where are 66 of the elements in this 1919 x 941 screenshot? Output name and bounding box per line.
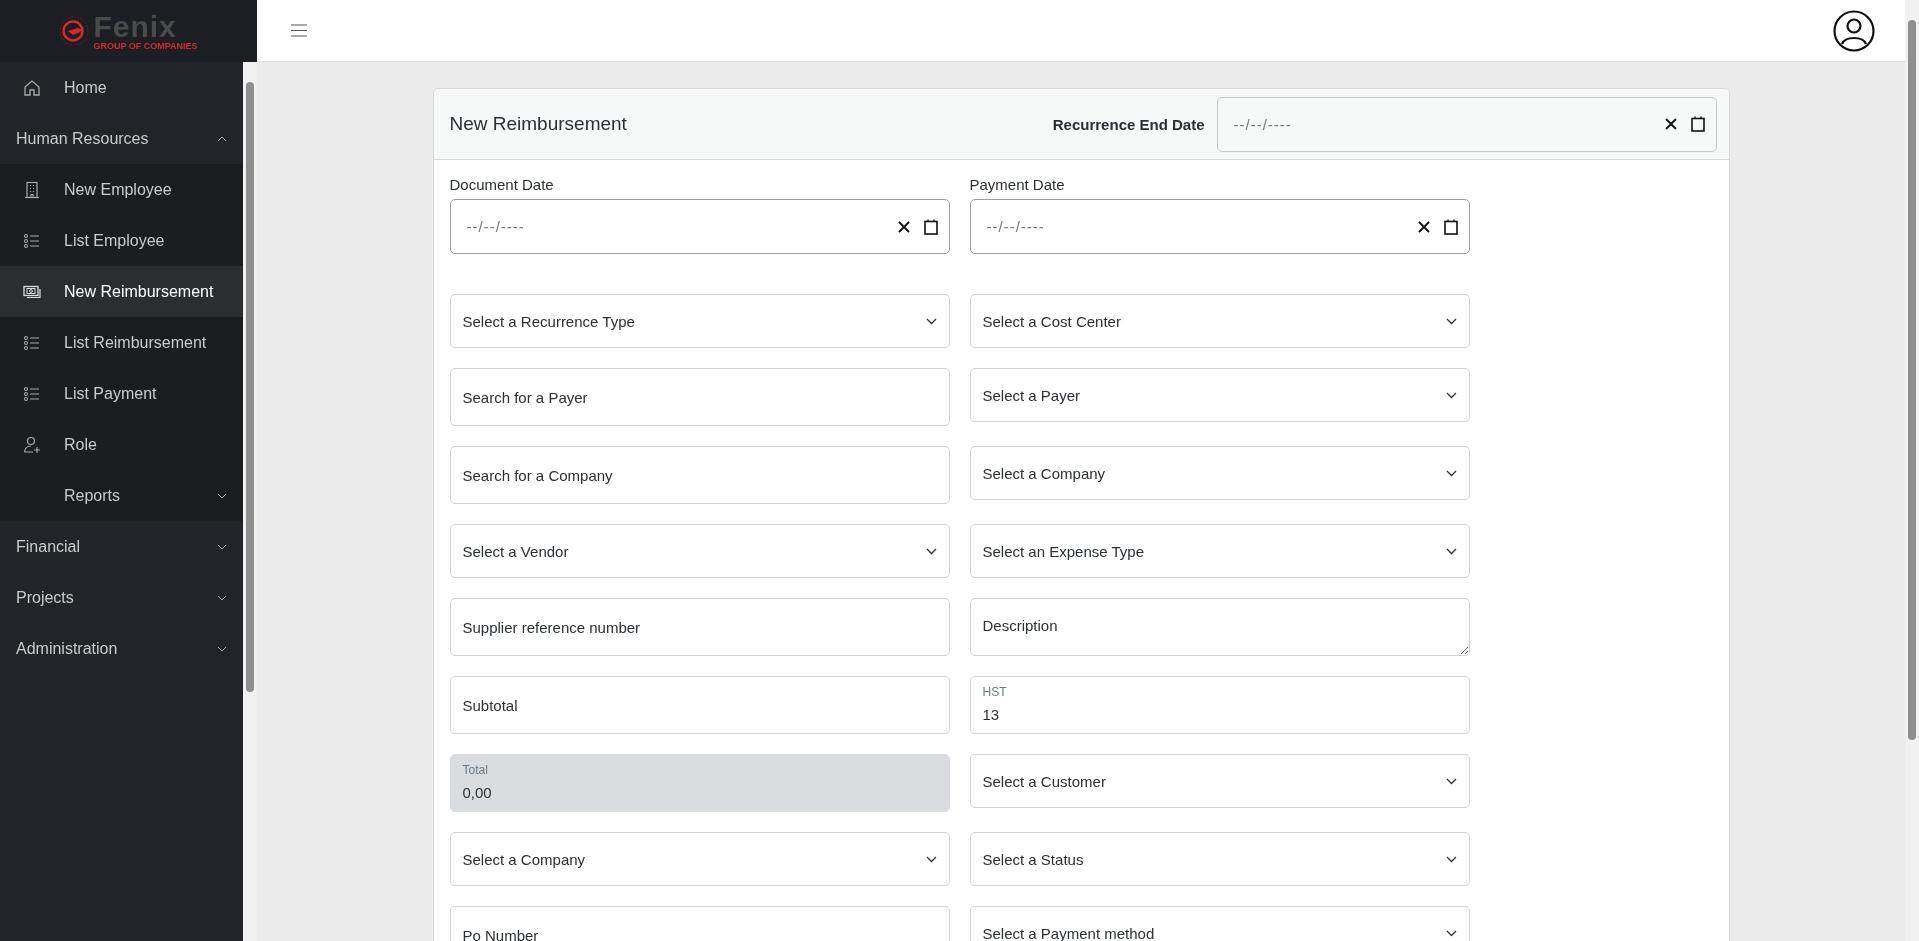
sidebar-item[interactable]: Home <box>0 62 243 113</box>
input-field[interactable]: Search for a Payer <box>449 368 950 426</box>
text-area[interactable]: Description <box>969 598 1470 656</box>
chevron-icon <box>217 135 227 142</box>
dropdown-field[interactable]: Select a Payment method <box>969 906 1470 941</box>
date-field[interactable]: --/--/---- <box>1216 96 1717 152</box>
logo-emblem-icon <box>59 16 90 46</box>
chevron-down-icon <box>925 855 937 863</box>
building-icon <box>22 179 42 200</box>
close-icon[interactable] <box>897 220 910 233</box>
sidebar-group[interactable]: Reports <box>0 470 243 521</box>
close-icon[interactable] <box>1417 220 1430 233</box>
sidebar-item[interactable]: New Employee <box>0 164 243 215</box>
sidebar-group[interactable]: Projects <box>0 572 243 623</box>
chevron-icon <box>217 594 227 601</box>
chevron-down-icon <box>1445 469 1457 477</box>
chevron-down-icon <box>1445 929 1457 937</box>
input-field[interactable]: Subtotal <box>449 676 950 734</box>
chevron-down-icon <box>1445 855 1457 863</box>
calendar-icon[interactable] <box>1690 116 1705 132</box>
chevron-down-icon <box>1445 317 1457 325</box>
field-label: Recurrence End Date <box>1052 115 1205 133</box>
scrollbar[interactable] <box>1905 0 1919 941</box>
dropdown-field[interactable]: Select a Customer <box>969 754 1470 808</box>
floating-label: Total <box>462 763 488 777</box>
scrollbar[interactable] <box>243 62 257 941</box>
sidebar-item[interactable]: List Payment <box>0 368 243 419</box>
calendar-icon[interactable] <box>923 218 938 235</box>
sidebar-group[interactable]: Financial <box>0 521 243 572</box>
dropdown-field[interactable]: Select a Cost Center <box>969 294 1470 348</box>
chevron-down-icon <box>925 547 937 555</box>
date-field[interactable]: --/--/---- <box>449 199 950 254</box>
chevron-down-icon <box>1445 777 1457 785</box>
user-avatar-icon[interactable] <box>1833 9 1875 52</box>
chevron-icon <box>217 492 227 499</box>
form-title: New Reimbursement <box>449 113 627 135</box>
sidebar-item[interactable]: New Reimbursement <box>0 266 243 317</box>
chevron-down-icon <box>1445 547 1457 555</box>
sidebar-group[interactable]: Human Resources <box>0 113 243 164</box>
chevron-down-icon <box>925 317 937 325</box>
sidebar-group[interactable]: Administration <box>0 623 243 674</box>
dropdown-field[interactable]: Select a Payer <box>969 368 1470 422</box>
input-field[interactable]: Search for a Company <box>449 446 950 504</box>
dropdown-field[interactable]: Select a Vendor <box>449 524 950 578</box>
field-label: Payment Date <box>969 176 1066 193</box>
dropdown-field[interactable]: Select a Company <box>449 832 950 886</box>
sidebar-item[interactable]: List Employee <box>0 215 243 266</box>
date-field[interactable]: --/--/---- <box>969 199 1470 254</box>
chevron-down-icon <box>1445 391 1457 399</box>
close-icon[interactable] <box>1664 118 1677 130</box>
user-add-icon <box>22 434 42 455</box>
chevron-icon <box>217 645 227 652</box>
field-label: Document Date <box>449 176 555 193</box>
dropdown-field[interactable]: Select a Status <box>969 832 1470 886</box>
menu-icon[interactable] <box>291 24 307 37</box>
input-field[interactable]: Supplier reference number <box>449 598 950 656</box>
chevron-icon <box>217 543 227 550</box>
dropdown-field[interactable]: Select an Expense Type <box>969 524 1470 578</box>
input-field[interactable]: Po Number <box>449 906 950 941</box>
sidebar-item[interactable]: Role <box>0 419 243 470</box>
sidebar-item[interactable]: List Reimbursement <box>0 317 243 368</box>
logo-tagline: GROUP OF COMPANIES <box>93 41 198 51</box>
calendar-icon[interactable] <box>1443 218 1458 235</box>
dropdown-field[interactable]: Select a Company <box>969 446 1470 500</box>
dropdown-field[interactable]: Select a Recurrence Type <box>449 294 950 348</box>
floating-label: HST <box>982 685 1007 699</box>
